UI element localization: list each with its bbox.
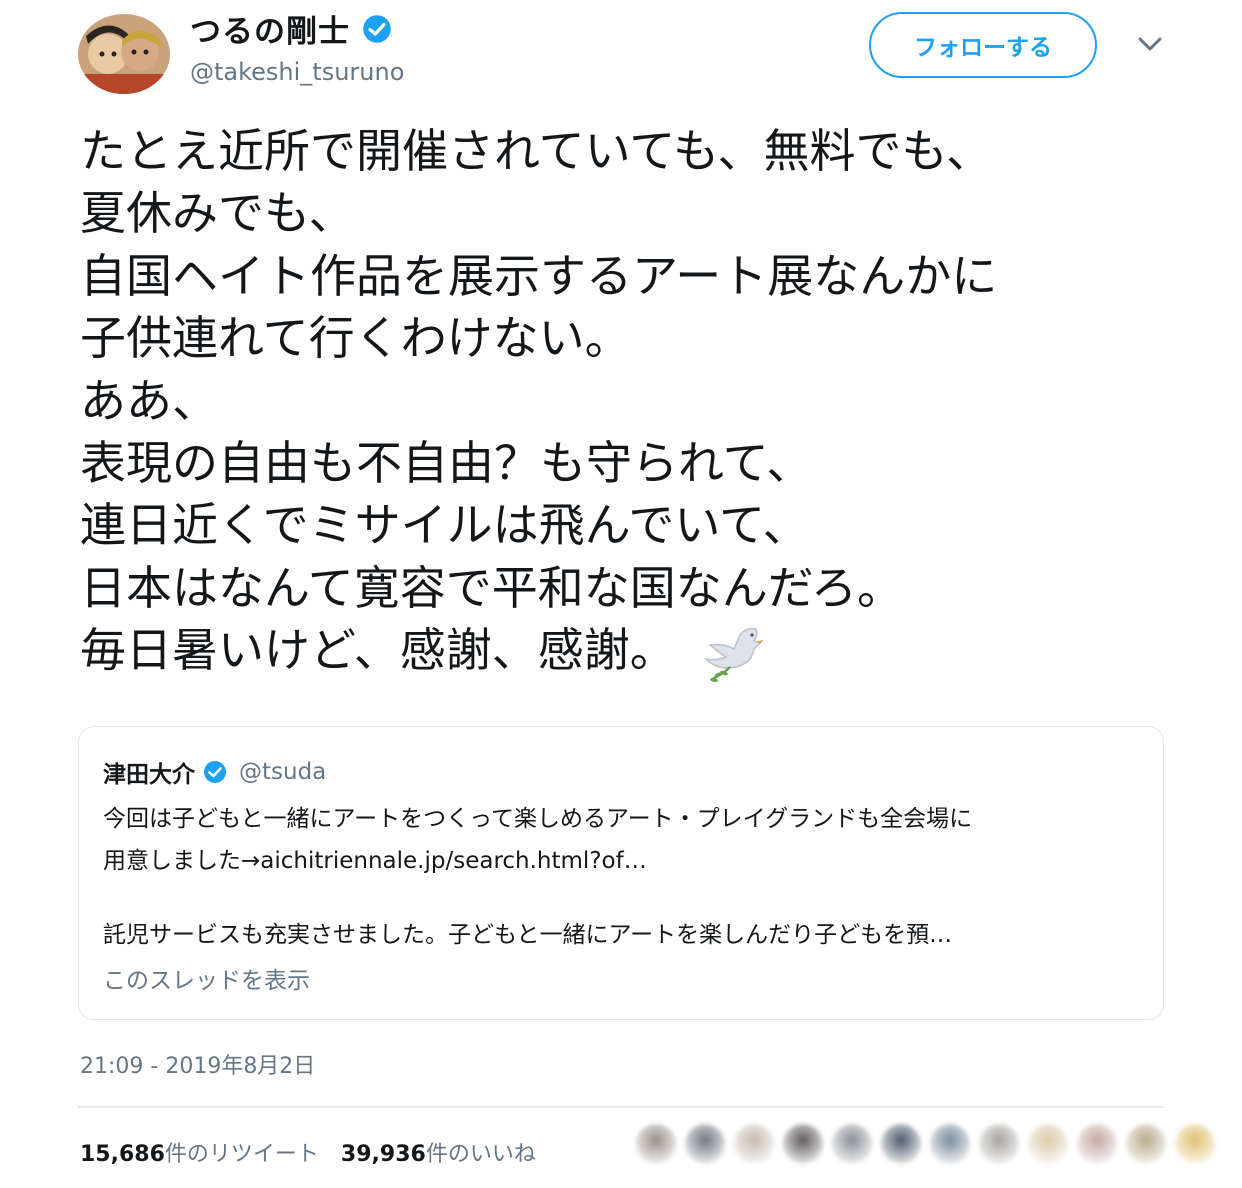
liker-avatar[interactable] — [636, 1124, 676, 1164]
follow-button[interactable]: フォローする — [869, 12, 1097, 78]
quoted-tweet-text-line: 用意しました→aichitriennale.jp/search.html?of… — [103, 848, 647, 874]
tweet-stats: 15,686 件のリツイート 39,936 件のいいね — [80, 1136, 558, 1168]
retweet-label[interactable]: 件のリツイート — [165, 1136, 319, 1168]
quoted-tweet-text-line: 今回は子どもと一緒にアートをつくって楽しめるアート・プレイグランドも全会場に — [103, 806, 973, 832]
retweet-count[interactable]: 15,686 — [80, 1142, 165, 1167]
chevron-down-icon[interactable] — [1134, 32, 1166, 56]
tweet-line: 自国ヘイト作品を展示するアート展なんかに — [80, 248, 998, 303]
tweet-line: たとえ近所で開催されていても、無料でも、 — [80, 124, 993, 178]
tweet-line: 連日近くでミサイルは飛んでいて、 — [80, 498, 809, 553]
liker-avatar[interactable] — [979, 1124, 1019, 1164]
quoted-author-name: 津田大介 — [103, 762, 195, 788]
show-thread-link[interactable]: このスレッドを表示 — [103, 961, 310, 995]
liker-avatars — [636, 1124, 1224, 1164]
quoted-tweet-header: 津田大介 @tsuda — [103, 755, 326, 789]
liker-avatar[interactable] — [1175, 1124, 1215, 1164]
liker-avatar[interactable] — [1028, 1124, 1068, 1164]
liker-avatar[interactable] — [1126, 1124, 1166, 1164]
tweet-line: 日本はなんて寛容で平和な国なんだろ。 — [80, 560, 903, 615]
author-name-row[interactable]: つるの剛士 — [190, 6, 392, 51]
verified-badge-icon — [363, 14, 391, 43]
quoted-tweet-card[interactable]: 津田大介 @tsuda 今回は子どもと一緒にアートをつくって楽しめるアート・プレ… — [78, 726, 1164, 1020]
tweet-line: 子供連れて行くわけない。 — [80, 311, 631, 366]
liker-avatar[interactable] — [881, 1124, 921, 1164]
author-display-name[interactable]: つるの剛士 — [190, 6, 350, 51]
tweet-line: ああ、 — [80, 373, 218, 428]
liker-avatar[interactable] — [1077, 1124, 1117, 1164]
quoted-tweet-text-line: 託児サービスも充実させました。子どもと一緒にアートを楽しんだり子どもを預… — [103, 922, 953, 948]
tweet-timestamp[interactable]: 21:09 - 2019年8月2日 — [80, 1048, 315, 1080]
tweet-line: 表現の自由も不自由？も守られて、 — [80, 436, 813, 491]
divider — [78, 1106, 1164, 1108]
author-avatar[interactable] — [78, 14, 170, 94]
tweet-line-text: 毎日暑いけど、感謝、感謝。 — [80, 623, 676, 678]
liker-avatar[interactable] — [783, 1124, 823, 1164]
avatar-photo — [78, 14, 170, 94]
quoted-author-handle: @tsuda — [239, 759, 327, 785]
author-handle[interactable]: @takeshi_tsuruno — [190, 58, 404, 86]
liker-avatar[interactable] — [685, 1124, 725, 1164]
tweet-line: 夏休みでも、 — [80, 186, 355, 241]
dove-icon — [703, 627, 764, 682]
tweet-text: たとえ近所で開催されていても、無料でも、 夏休みでも、 自国ヘイト作品を展示する… — [80, 120, 1180, 685]
liker-avatar[interactable] — [734, 1124, 774, 1164]
liker-avatar[interactable] — [930, 1124, 970, 1164]
verified-badge-icon — [204, 761, 226, 783]
like-count[interactable]: 39,936 — [341, 1142, 426, 1167]
liker-avatar[interactable] — [832, 1124, 872, 1164]
like-label[interactable]: 件のいいね — [426, 1136, 536, 1168]
tweet-line-last: 毎日暑いけど、感謝、感謝。 — [80, 619, 1180, 685]
